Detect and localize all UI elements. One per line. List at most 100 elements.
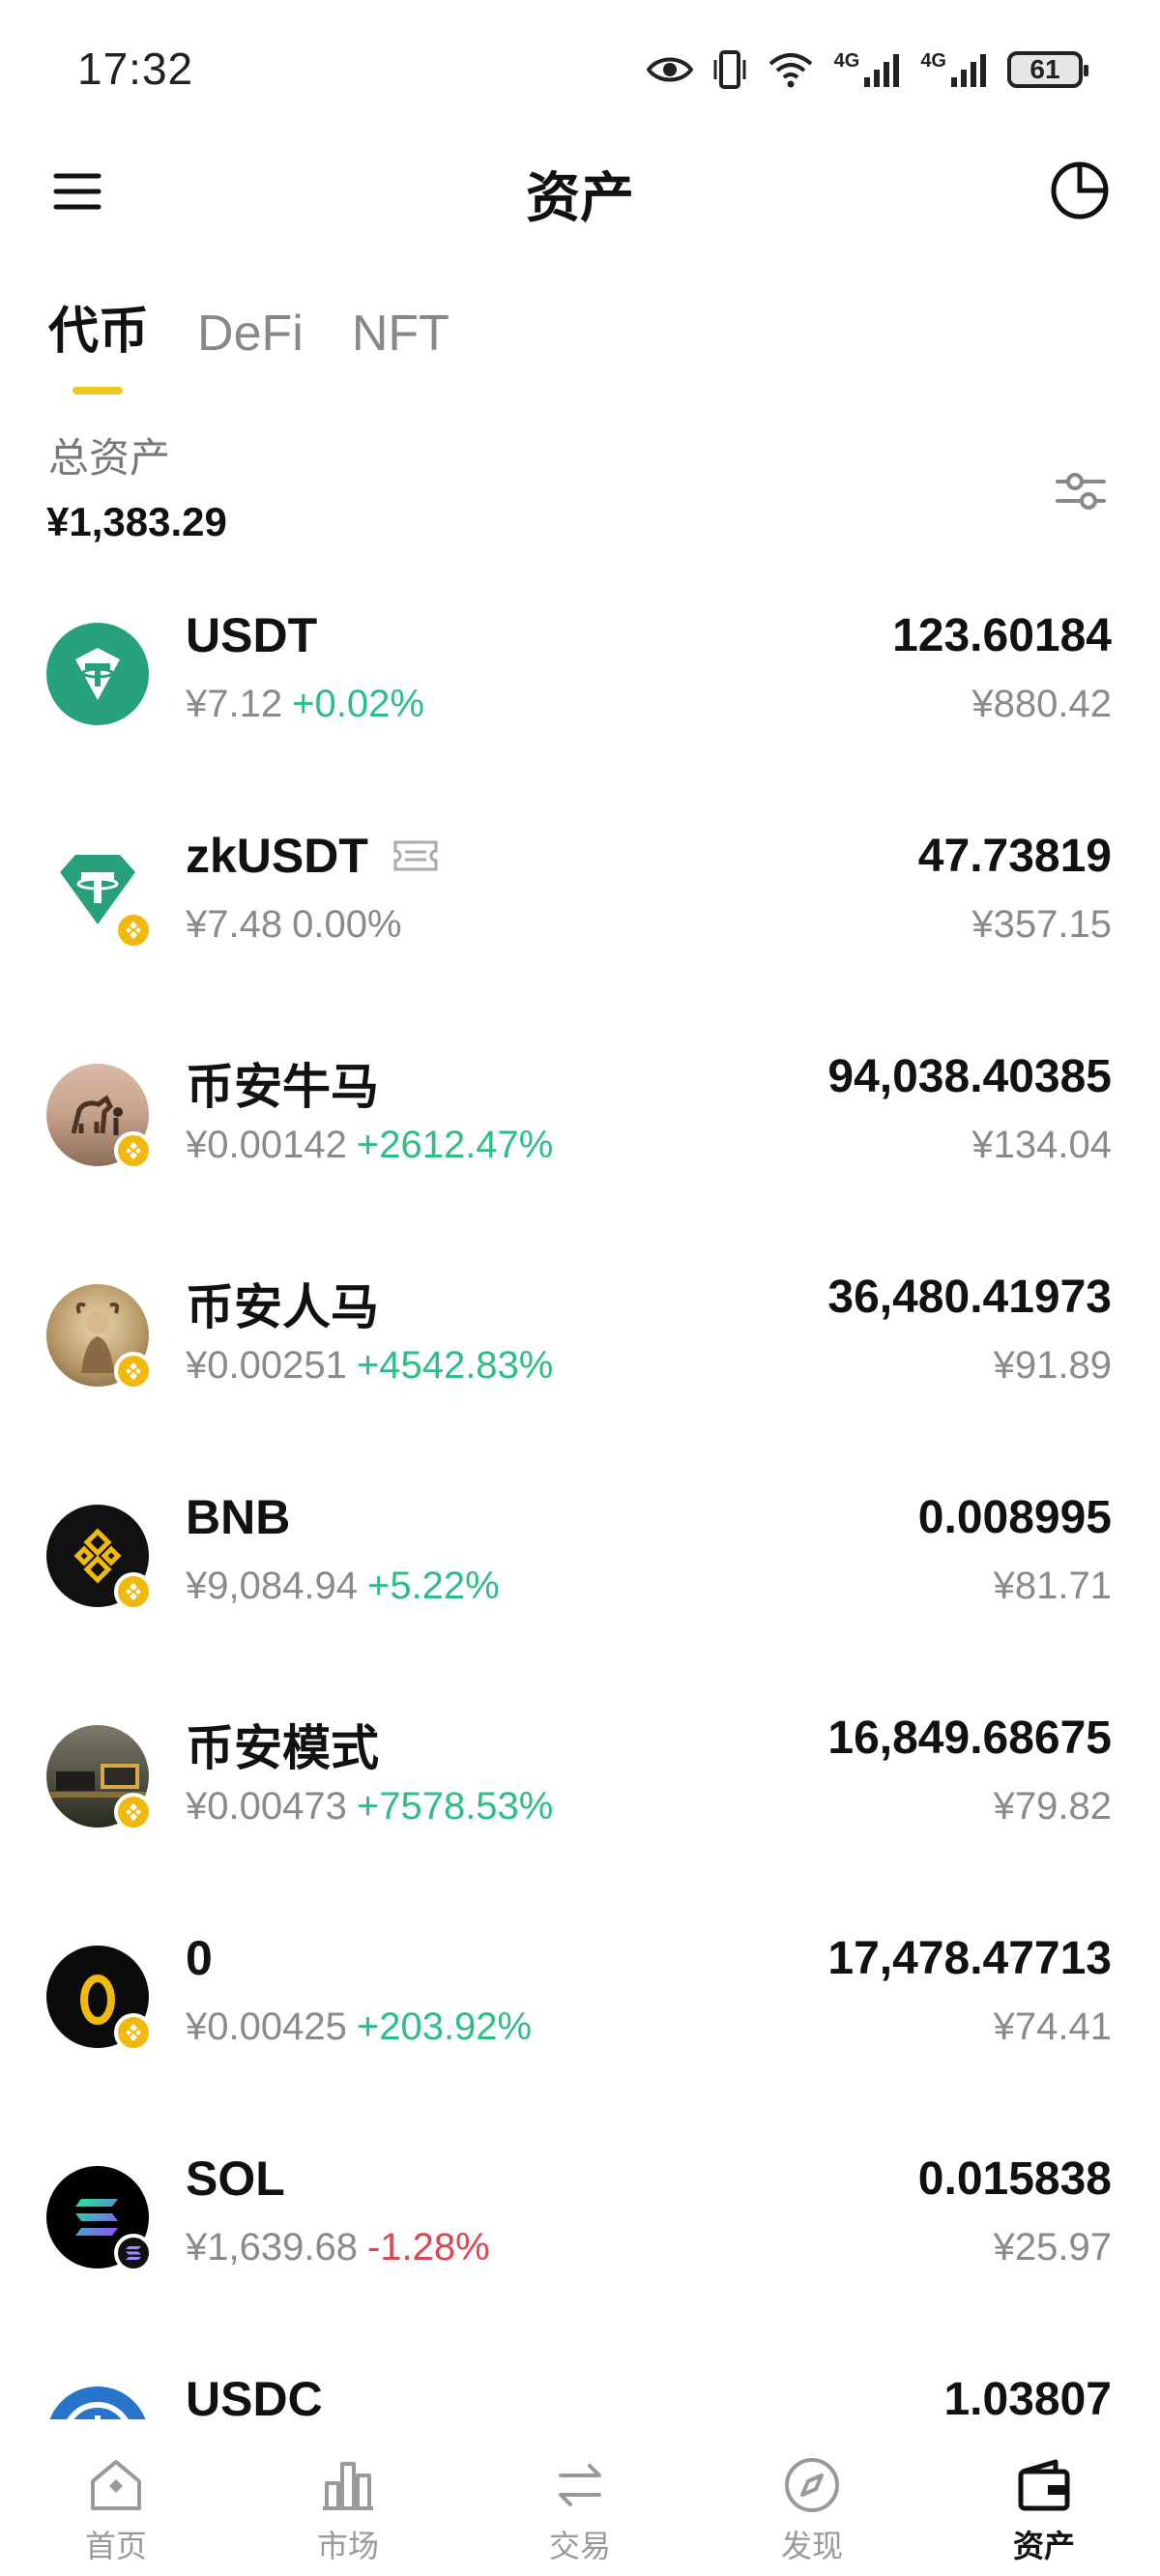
asset-row-bnb[interactable]: BNB ¥9,084.94 +5.22% 0.008995 ¥81.71	[0, 1464, 1160, 1684]
asset-price: ¥0.00425	[186, 2005, 347, 2048]
asset-price: ¥0.00473	[186, 1785, 347, 1828]
asset-change: +0.02%	[292, 683, 424, 725]
asset-price-line: ¥7.48 0.00%	[186, 903, 402, 947]
nav-assets[interactable]: 资产	[947, 2427, 1141, 2566]
tab-defi[interactable]: DeFi	[197, 305, 304, 363]
asset-amount: 17,478.47713	[827, 1933, 1112, 1984]
room-photo-icon	[46, 1725, 153, 1831]
status-icons: 4G 4G 61	[646, 43, 1088, 97]
page-title: 资产	[526, 167, 634, 228]
asset-price-line: ¥0.00473 +7578.53%	[186, 1785, 553, 1829]
asset-row-token-6[interactable]: 币安模式 ¥0.00473 +7578.53% 16,849.68675 ¥79.…	[0, 1684, 1160, 1905]
asset-price: ¥0.00142	[186, 1124, 347, 1166]
status-time: 17:32	[77, 44, 194, 94]
asset-change: +7578.53%	[356, 1785, 554, 1828]
asset-change: -1.28%	[366, 2226, 490, 2269]
status-bar: 17:32 4G 4G 61	[0, 0, 1160, 135]
nav-label: 交易	[548, 2529, 611, 2563]
asset-price: ¥9,084.94	[186, 1565, 358, 1607]
asset-row-token-zero[interactable]: 0 ¥0.00425 +203.92% 17,478.47713 ¥74.41	[0, 1905, 1160, 2125]
asset-price: ¥7.48	[186, 903, 283, 946]
wifi-icon	[767, 50, 815, 89]
asset-change: +5.22%	[366, 1565, 500, 1607]
bottom-navigation: 首页 市场 交易 发现 资产	[0, 2427, 1160, 2576]
asset-amount: 36,480.41973	[827, 1272, 1112, 1323]
nav-trade[interactable]: 交易	[483, 2427, 677, 2566]
asset-row-zkusdt[interactable]: zkUSDT ¥7.48 0.00% 47.73819 ¥357.15	[0, 803, 1160, 1023]
asset-row-usdt[interactable]: USDT ¥7.12 +0.02% 123.60184 ¥880.42	[0, 582, 1160, 803]
asset-amount: 94,038.40385	[827, 1051, 1112, 1102]
asset-row-token-3[interactable]: 币安牛马 ¥0.00142 +2612.47% 94,038.40385 ¥134…	[0, 1023, 1160, 1244]
asset-price-line: ¥0.00142 +2612.47%	[186, 1124, 553, 1167]
sliders-icon	[1056, 473, 1106, 510]
total-assets-label: 总资产	[48, 435, 171, 481]
asset-price: ¥0.00251	[186, 1344, 347, 1387]
app-header: 资产	[0, 135, 1160, 251]
bnb-chain-badge	[114, 1572, 153, 1611]
filter-button[interactable]	[1052, 462, 1110, 520]
asset-change: +4542.83%	[356, 1344, 554, 1387]
asset-price: ¥1,639.68	[186, 2226, 358, 2269]
asset-value: ¥91.89	[993, 1344, 1112, 1387]
asset-value: ¥79.82	[993, 1785, 1112, 1828]
tether-icon	[46, 623, 149, 725]
network-type-2: 4G	[920, 50, 946, 72]
usdc-icon	[46, 2386, 149, 2419]
asset-tabs: 代币 DeFi NFT	[48, 290, 450, 363]
network-type-1: 4G	[833, 50, 860, 72]
asset-value: ¥134.04	[972, 1124, 1112, 1166]
eye-icon	[646, 54, 693, 85]
bnb-chain-badge	[114, 911, 153, 950]
asset-price-line: ¥0.00425 +203.92%	[186, 2005, 532, 2049]
nav-home[interactable]: 首页	[19, 2427, 213, 2566]
asset-name: zkUSDT	[186, 829, 368, 883]
bnb-chain-badge	[114, 1352, 153, 1390]
nav-market[interactable]: 市场	[251, 2427, 445, 2566]
solana-chain-badge	[114, 2234, 153, 2272]
swap-icon	[559, 2464, 601, 2506]
asset-row-usdc[interactable]: USDC 1.03807	[0, 2346, 1160, 2419]
horse-photo-icon	[46, 1064, 153, 1170]
bnb-chain-badge	[114, 2013, 153, 2052]
nav-label: 发现	[780, 2529, 843, 2563]
bnb-chain-badge	[114, 1793, 153, 1831]
nav-label: 资产	[1012, 2529, 1075, 2563]
signal-icon-1: 4G	[834, 50, 902, 89]
wallet-icon	[1018, 2459, 1070, 2511]
asset-name: USDT	[186, 608, 318, 662]
total-assets-value: ¥1,383.29	[46, 499, 227, 544]
asset-name: SOL	[186, 2152, 285, 2206]
tab-nft[interactable]: NFT	[352, 305, 450, 363]
solana-icon	[46, 2166, 153, 2272]
asset-row-token-4[interactable]: 币安人马 ¥0.00251 +4542.83% 36,480.41973 ¥91.…	[0, 1244, 1160, 1464]
asset-amount: 47.73819	[917, 831, 1112, 882]
asset-price-line: ¥1,639.68 -1.28%	[186, 2226, 490, 2269]
asset-row-sol[interactable]: SOL ¥1,639.68 -1.28% 0.015838 ¥25.97	[0, 2125, 1160, 2346]
tether-icon	[46, 843, 153, 950]
asset-amount: 1.03807	[943, 2374, 1112, 2419]
portfolio-chart-button[interactable]	[1048, 159, 1112, 222]
tab-tokens[interactable]: 代币	[48, 290, 149, 363]
nav-label: 首页	[84, 2529, 147, 2563]
market-chart-icon	[323, 2462, 373, 2510]
asset-amount: 123.60184	[892, 610, 1112, 661]
asset-name: 币安模式	[186, 1721, 379, 1775]
asset-name-wrap: zkUSDT	[186, 828, 440, 884]
nav-discover[interactable]: 发现	[715, 2427, 909, 2566]
asset-amount: 0.015838	[917, 2153, 1112, 2205]
asset-name: USDC	[186, 2372, 323, 2419]
asset-price: ¥7.12	[186, 683, 283, 725]
pie-chart-icon	[1051, 161, 1109, 220]
asset-value: ¥357.15	[972, 903, 1112, 946]
compass-icon	[785, 2458, 839, 2512]
asset-amount: 0.008995	[917, 1492, 1112, 1543]
asset-list: USDT ¥7.12 +0.02% 123.60184 ¥880.42 zkUSD…	[0, 582, 1160, 2419]
asset-value: ¥81.71	[993, 1565, 1112, 1607]
signal-icon-2: 4G	[920, 50, 988, 89]
asset-name: BNB	[186, 1490, 291, 1544]
active-tab-indicator	[72, 387, 123, 395]
asset-name: 币安牛马	[186, 1060, 379, 1114]
asset-value: ¥880.42	[972, 683, 1112, 725]
vibrate-icon	[712, 48, 747, 91]
home-icon	[91, 2460, 141, 2510]
